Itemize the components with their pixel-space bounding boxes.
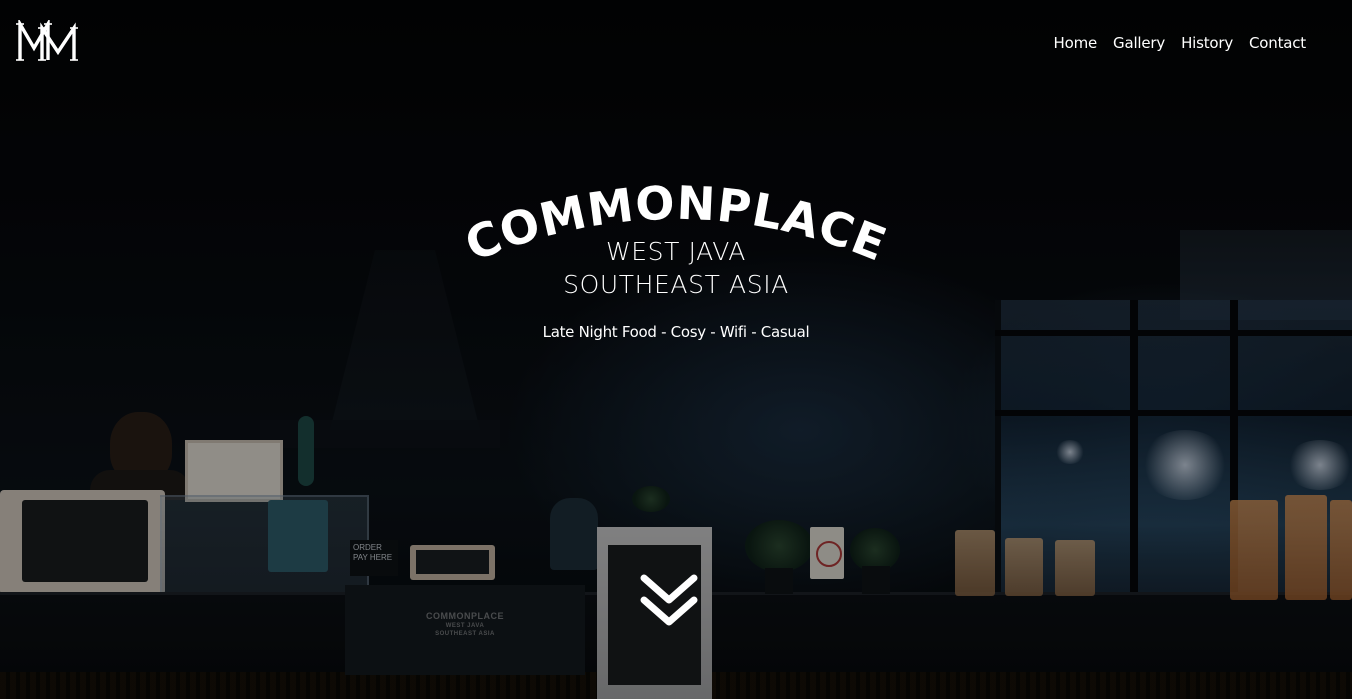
nav-contact[interactable]: Contact [1249, 34, 1306, 52]
hero-area: SOUTHEAST ASIA [563, 270, 789, 299]
nav-history[interactable]: History [1181, 34, 1233, 52]
nav-gallery[interactable]: Gallery [1113, 34, 1165, 52]
site-logo[interactable] [16, 17, 78, 64]
main-nav: Home Gallery History Contact [1054, 34, 1307, 52]
monogram-logo-icon [16, 17, 78, 61]
hero: COMMONPLACE WEST JAVA SOUTHEAST ASIA Lat… [0, 185, 1352, 341]
scroll-down-button[interactable] [636, 570, 702, 632]
hero-region: WEST JAVA [605, 237, 747, 266]
page: ORDER PAY HERE COMMONPLACE WEST JAVA SOU… [0, 0, 1352, 699]
hero-tagline: Late Night Food - Cosy - Wifi - Casual [542, 323, 810, 341]
nav-home[interactable]: Home [1054, 34, 1098, 52]
double-chevron-down-icon [640, 574, 698, 626]
